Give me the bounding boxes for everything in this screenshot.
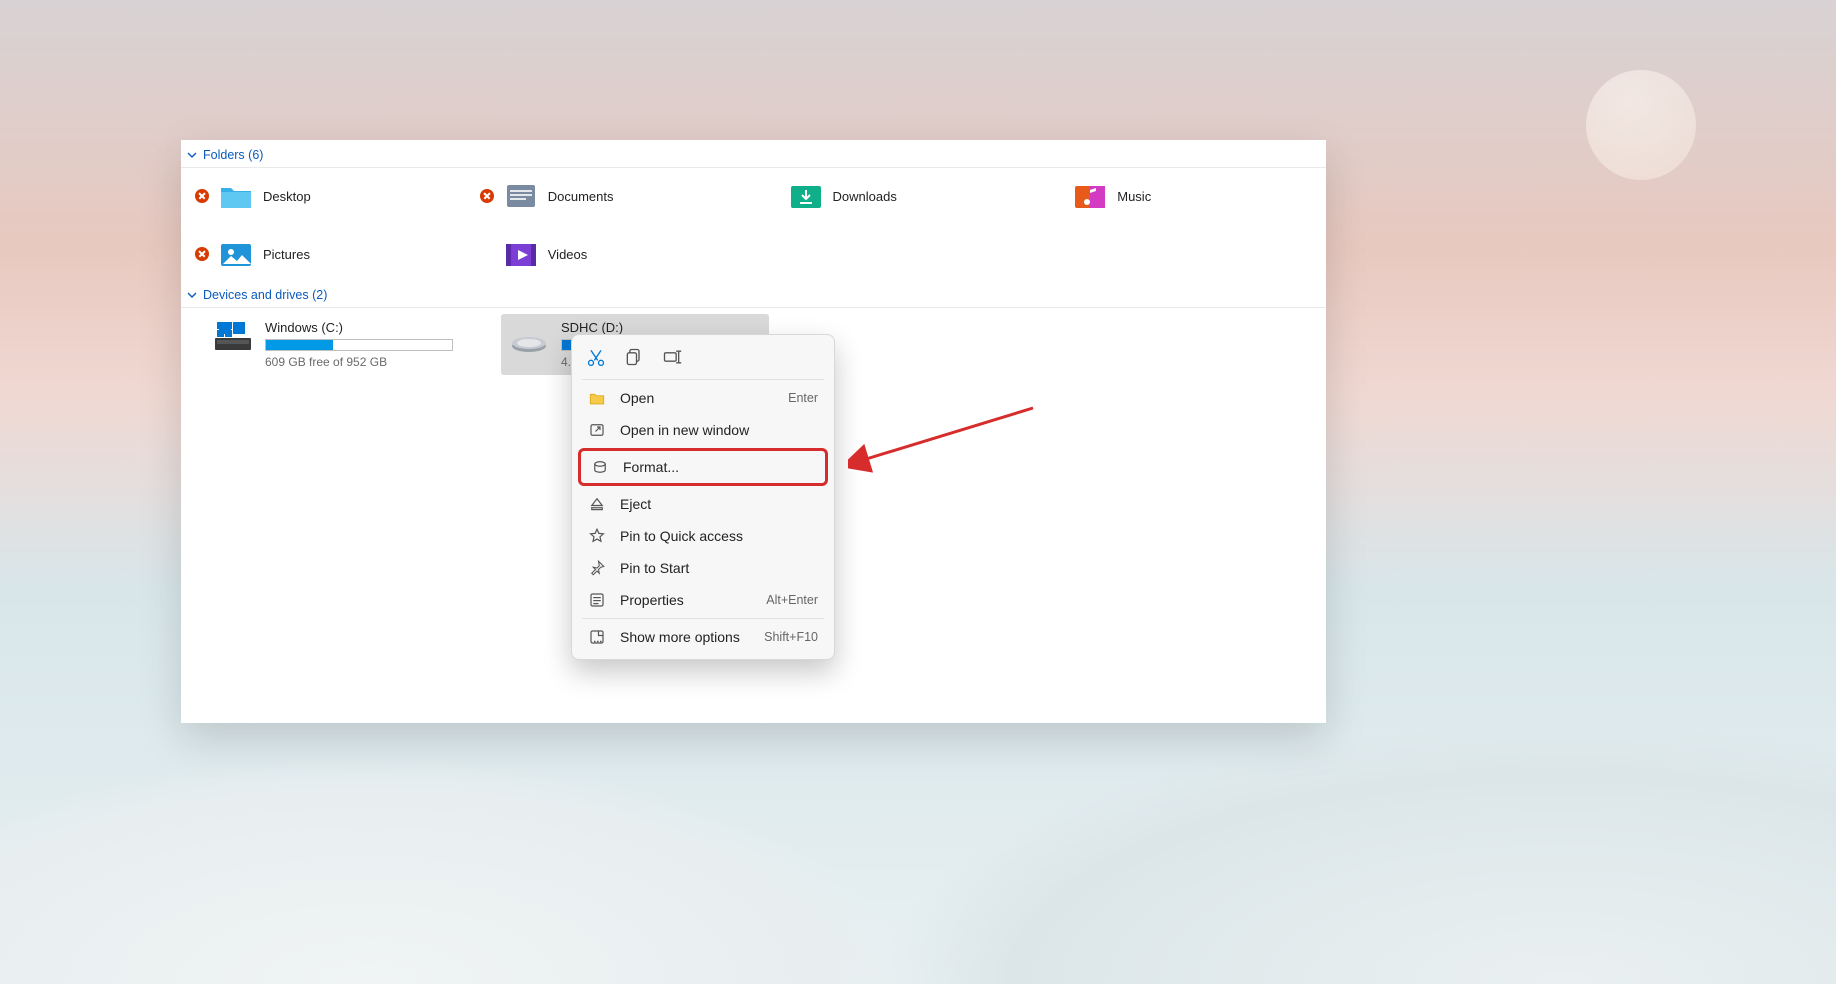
pin-icon [588,559,606,577]
menu-item-format[interactable]: Format... [578,448,828,486]
sync-error-icon [480,189,494,203]
drives-section-header[interactable]: Devices and drives (2) [181,282,1326,308]
menu-item-properties[interactable]: Properties Alt+Enter [578,584,828,616]
sync-error-icon [195,189,209,203]
menu-label: Eject [620,496,651,512]
drive-name: SDHC (D:) [561,320,761,335]
menu-label: Pin to Quick access [620,528,743,544]
open-new-window-icon [588,421,606,439]
documents-folder-icon [504,182,538,210]
menu-item-eject[interactable]: Eject [578,488,828,520]
more-options-icon [588,628,606,646]
format-icon [591,458,609,476]
menu-shortcut: Enter [788,391,818,405]
menu-item-open[interactable]: Open Enter [578,382,828,414]
folders-section-header[interactable]: Folders (6) [181,142,1326,168]
videos-folder-icon [504,240,538,268]
menu-item-pin-start[interactable]: Pin to Start [578,552,828,584]
rename-icon[interactable] [662,347,682,367]
chevron-down-icon [187,290,197,300]
folder-downloads[interactable]: Downloads [759,174,1034,218]
folder-label: Pictures [263,247,310,262]
menu-shortcut: Shift+F10 [764,630,818,644]
folder-label: Desktop [263,189,311,204]
menu-item-show-more-options[interactable]: Show more options Shift+F10 [578,621,828,653]
folder-music[interactable]: Music [1043,174,1318,218]
context-menu-toolbar [578,341,828,377]
folder-desktop[interactable]: Desktop [189,174,464,218]
chevron-down-icon [187,150,197,160]
drives-section-title: Devices and drives (2) [203,288,327,302]
folder-documents[interactable]: Documents [474,174,749,218]
menu-label: Format... [623,459,679,475]
pictures-folder-icon [219,240,253,268]
properties-icon [588,591,606,609]
drive-info: Windows (C:) 609 GB free of 952 GB [265,320,465,369]
menu-label: Pin to Start [620,560,689,576]
drive-name: Windows (C:) [265,320,465,335]
folder-pictures[interactable]: Pictures [189,232,464,276]
folder-label: Downloads [833,189,897,204]
eject-icon [588,495,606,513]
music-folder-icon [1073,182,1107,210]
copy-icon[interactable] [624,347,644,367]
menu-separator [582,379,824,380]
menu-separator [582,618,824,619]
context-menu: Open Enter Open in new window Format... … [571,334,835,660]
sync-error-icon [195,247,209,261]
folders-grid: Desktop Documents Downloads [181,168,1326,280]
star-icon [588,527,606,545]
folders-section-title: Folders (6) [203,148,263,162]
menu-shortcut: Alt+Enter [766,593,818,607]
drive-capacity-bar [265,339,453,351]
drive-windows-c[interactable]: Windows (C:) 609 GB free of 952 GB [205,314,473,375]
folder-label: Videos [548,247,588,262]
folder-label: Documents [548,189,614,204]
menu-label: Properties [620,592,684,608]
menu-label: Open in new window [620,422,749,438]
folder-open-icon [588,389,606,407]
folder-label: Music [1117,189,1151,204]
cut-icon[interactable] [586,347,606,367]
menu-item-open-new-window[interactable]: Open in new window [578,414,828,446]
wallpaper-moon [1586,70,1696,180]
windows-drive-icon [213,320,253,354]
folder-icon [219,182,253,210]
downloads-folder-icon [789,182,823,210]
sdhc-drive-icon [509,320,549,354]
folder-videos[interactable]: Videos [474,232,749,276]
drive-capacity-fill [266,340,333,350]
drive-free-text: 609 GB free of 952 GB [265,355,465,369]
menu-label: Show more options [620,629,740,645]
menu-item-pin-quick-access[interactable]: Pin to Quick access [578,520,828,552]
menu-label: Open [620,390,654,406]
